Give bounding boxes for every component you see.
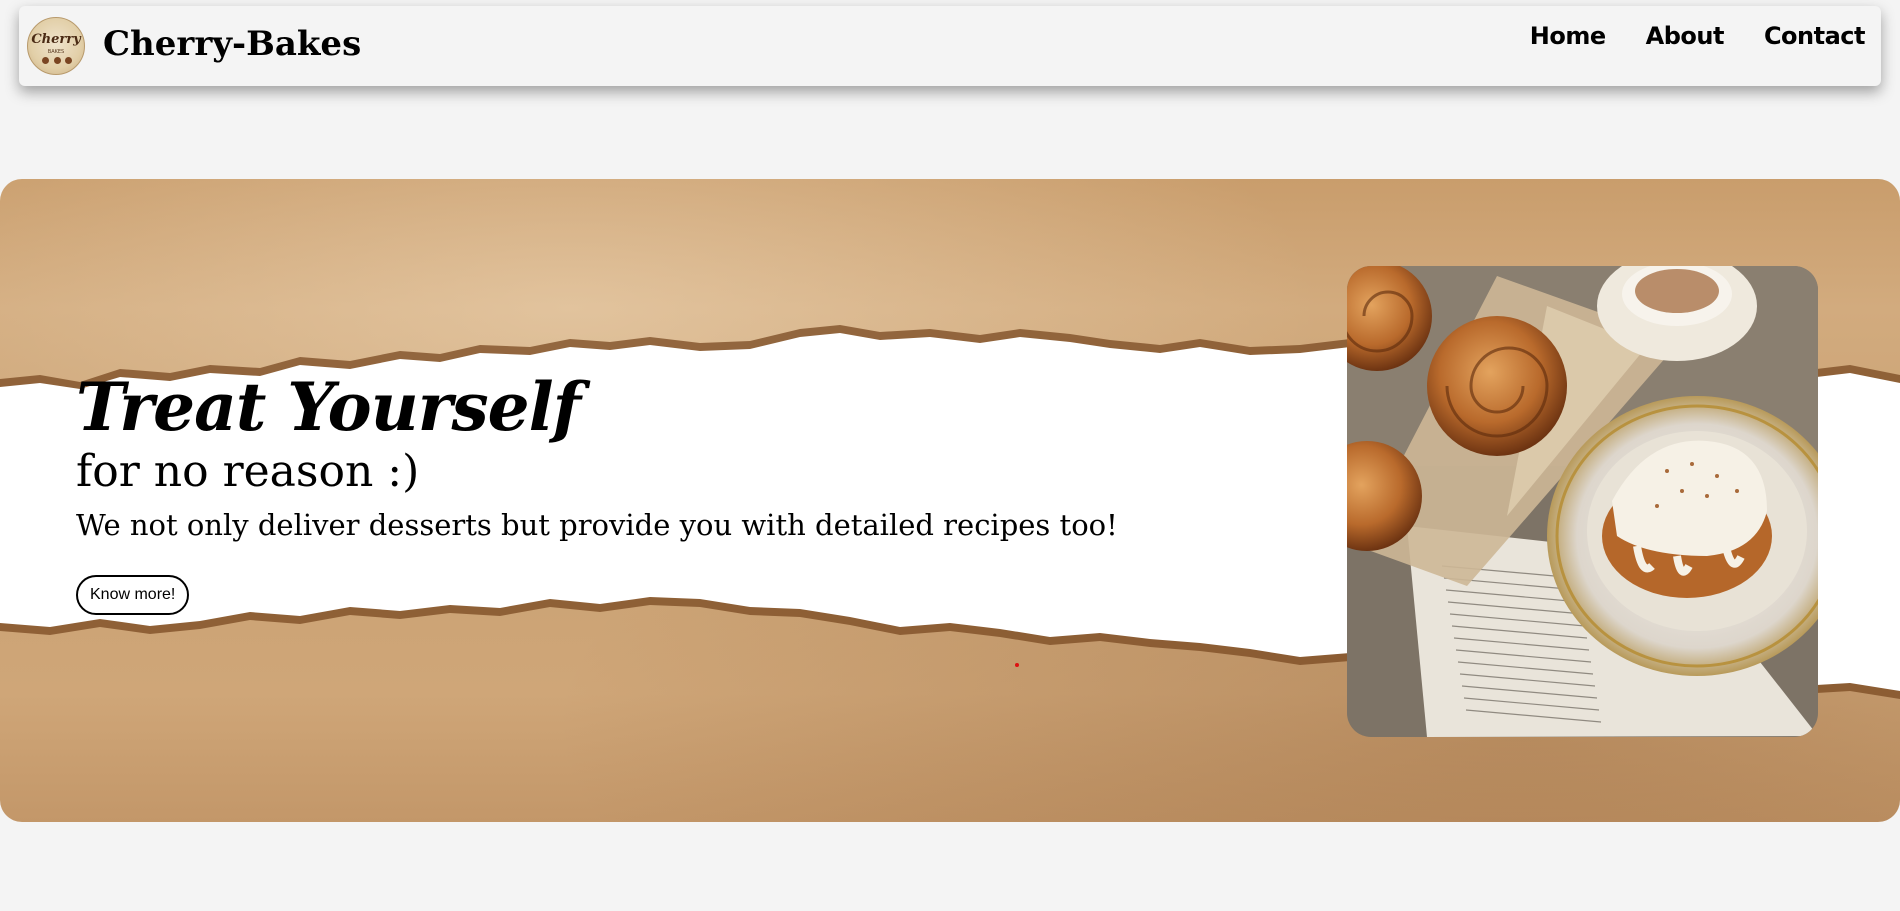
hero-banner: Treat Yourself for no reason :) We not o… [0,179,1900,822]
cinnamon-roll-photo [1347,266,1818,737]
logo-text: Cherry [31,32,81,47]
nav-home-link[interactable]: Home [1530,22,1606,50]
hero-subtitle: for no reason :) [76,446,420,497]
hero-title: Treat Yourself [76,368,581,446]
nav-contact-link[interactable]: Contact [1764,22,1866,50]
nav-about-link[interactable]: About [1646,22,1725,50]
logo-pastries-icon [42,57,72,65]
cinnamon-roll-illustration [1347,266,1818,737]
red-dot-marker [1015,663,1019,667]
nav-links: Home About Contact [1530,22,1866,50]
brand-name[interactable]: Cherry-Bakes [103,24,361,65]
logo-subtext: BAKES [47,49,65,55]
cherry-bakes-logo-icon[interactable]: Cherry BAKES [27,17,85,75]
know-more-button[interactable]: Know more! [76,575,190,616]
hero-description: We not only deliver desserts but provide… [76,508,1118,543]
hero-text-block: Treat Yourself for no reason :) We not o… [76,368,1118,616]
navbar: Cherry BAKES Cherry-Bakes Home About Con… [19,6,1881,86]
